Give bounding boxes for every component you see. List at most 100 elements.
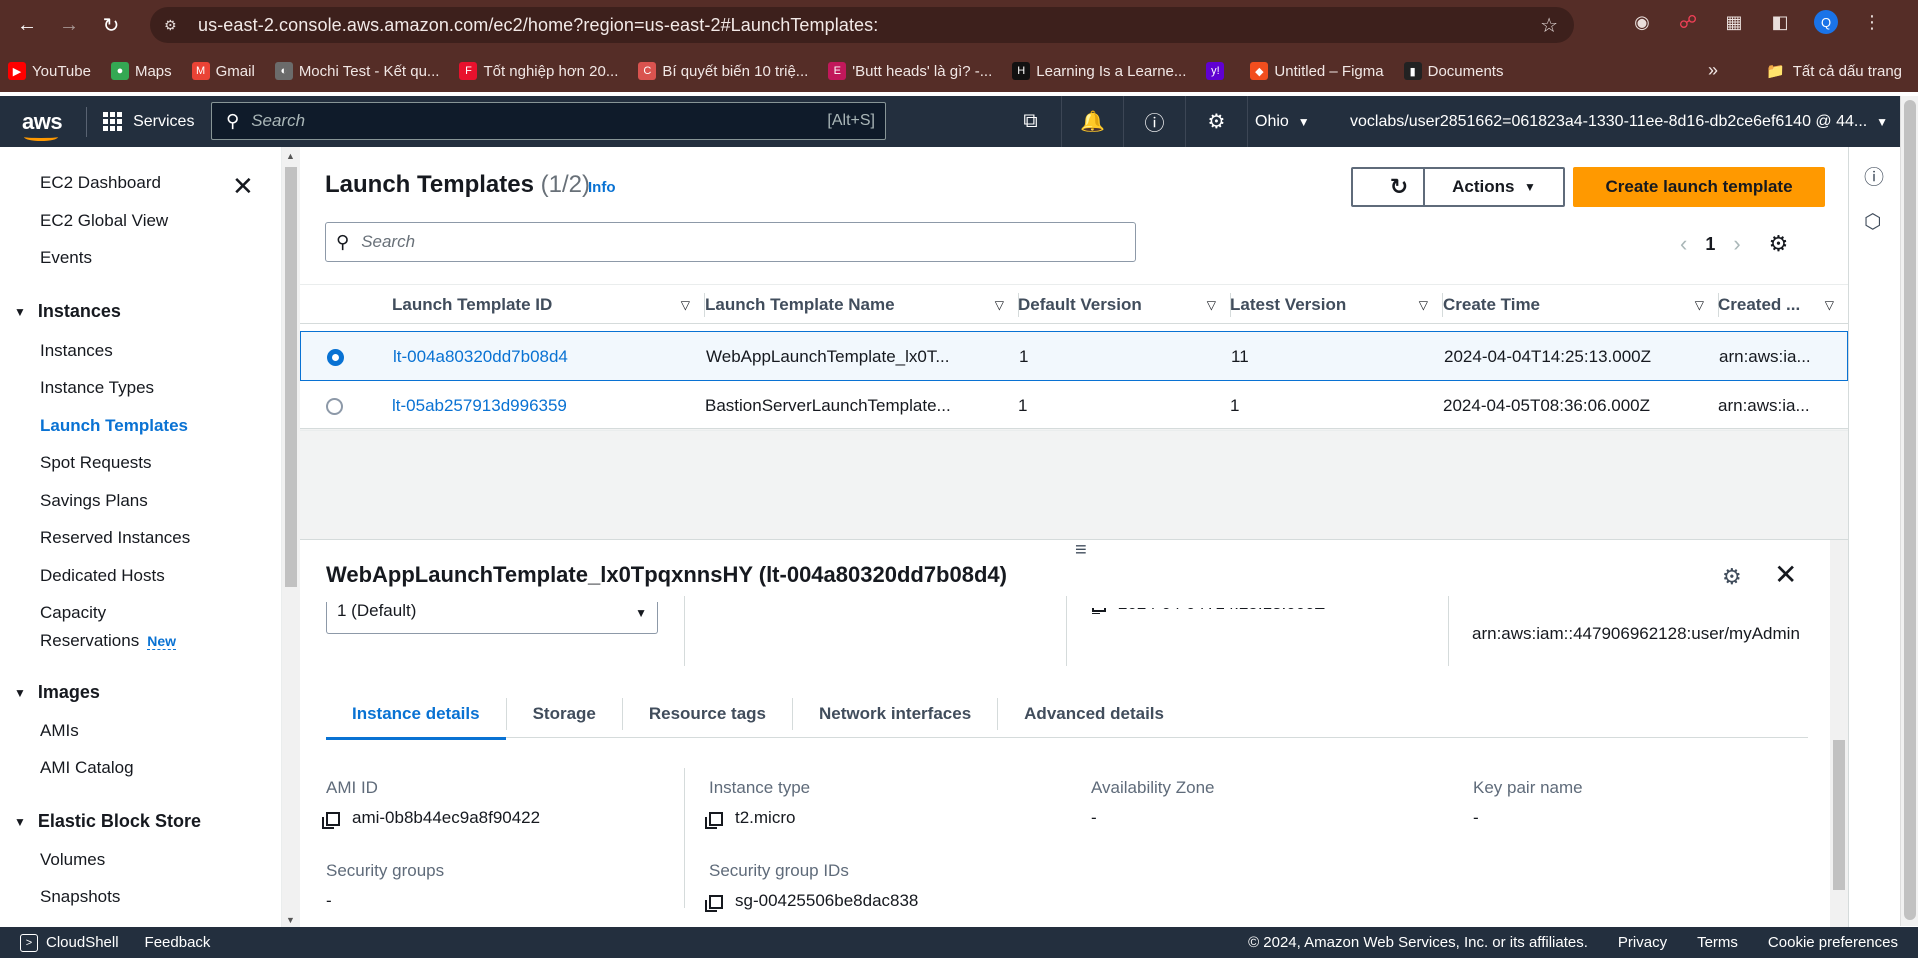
site-info-icon[interactable]: ⚙ — [164, 17, 184, 34]
col-latest-version[interactable]: Latest Version ▽ — [1230, 285, 1442, 325]
section-instances[interactable]: ▼ Instances — [14, 301, 121, 322]
row-template-id[interactable]: lt-004a80320dd7b08d4 — [393, 332, 568, 382]
page-scrollbar[interactable] — [1900, 96, 1918, 926]
bookmark-star-icon[interactable]: ☆ — [1540, 13, 1558, 38]
page-number[interactable]: 1 — [1705, 234, 1715, 255]
nav-savings-plans[interactable]: Savings Plans — [40, 491, 148, 511]
nav-dedicated-hosts[interactable]: Dedicated Hosts — [40, 566, 165, 586]
notifications-bell-icon[interactable]: 🔔 — [1062, 96, 1124, 147]
back-icon[interactable]: ← — [12, 10, 42, 40]
more-bookmarks-icon[interactable]: » — [1708, 60, 1718, 81]
bookmark-item[interactable]: ▮ Documents — [1403, 62, 1503, 80]
side-nav-scrollbar[interactable]: ▲ ▼ — [282, 147, 300, 927]
details-settings-gear-icon[interactable]: ⚙ — [1722, 564, 1742, 590]
col-default-version[interactable]: Default Version ▽ — [1018, 285, 1230, 325]
col-created-by[interactable]: Created ... ▽ — [1718, 285, 1848, 325]
terms-link[interactable]: Terms — [1697, 934, 1738, 951]
all-bookmarks-folder[interactable]: 📁 Tất cả dấu trang — [1766, 50, 1902, 92]
split-panel-handle-icon[interactable]: ≡ — [1075, 539, 1087, 562]
nav-ec2-dashboard[interactable]: EC2 Dashboard — [40, 173, 161, 193]
security-hub-icon[interactable]: ⬡ — [1864, 209, 1881, 234]
cloudshell-icon[interactable]: ⧉ — [1000, 96, 1062, 147]
table-row[interactable]: lt-05ab257913d996359 BastionServerLaunch… — [300, 381, 1848, 431]
actions-button[interactable]: Actions ▼ — [1423, 167, 1565, 207]
nav-capacity-reservations[interactable]: Reservations New — [40, 631, 177, 651]
table-row[interactable]: lt-004a80320dd7b08d4 WebAppLaunchTemplat… — [300, 331, 1848, 381]
cookie-extension-icon[interactable]: ◉ — [1630, 10, 1654, 34]
row-radio[interactable] — [326, 398, 343, 415]
bookmark-item[interactable]: ▶ YouTube — [8, 62, 91, 80]
cloudshell-button[interactable]: > CloudShell — [20, 933, 119, 952]
bookmark-item[interactable]: H Learning Is a Learne... — [1012, 62, 1186, 80]
nav-launch-templates[interactable]: Launch Templates — [40, 416, 188, 436]
aws-search-input[interactable]: ⚲ Search [Alt+S] — [211, 102, 886, 140]
copy-icon[interactable] — [705, 811, 723, 829]
pocket-extension-icon[interactable]: ☍ — [1676, 10, 1700, 34]
bookmark-item[interactable]: F Tốt nghiệp hơn 20... — [459, 62, 618, 80]
bookmark-item[interactable]: ● Maps — [110, 62, 172, 80]
url-text[interactable]: us-east-2.console.aws.amazon.com/ec2/hom… — [198, 15, 878, 36]
bookmark-item[interactable]: C Bí quyết biến 10 triệ... — [638, 62, 808, 80]
info-panel-icon[interactable]: ⓘ — [1864, 161, 1884, 190]
copy-icon[interactable] — [322, 811, 340, 829]
feedback-link[interactable]: Feedback — [145, 934, 211, 951]
nav-snapshots[interactable]: Snapshots — [40, 887, 120, 907]
copy-icon[interactable] — [705, 894, 723, 912]
details-scrollbar[interactable] — [1830, 540, 1848, 927]
bookmark-item[interactable]: ◆ Untitled – Figma — [1250, 62, 1384, 80]
settings-gear-icon[interactable]: ⚙ — [1186, 96, 1248, 147]
nav-events[interactable]: Events — [40, 248, 92, 268]
bookmark-item[interactable]: y! — [1206, 62, 1230, 80]
caret-down-icon: ▼ — [14, 304, 26, 319]
region-selector[interactable]: Ohio ▼ — [1255, 96, 1310, 147]
account-menu[interactable]: voclabs/user2851662=061823a4-1330-11ee-8… — [1350, 96, 1888, 147]
pagination: ‹ 1 › ⚙ — [1680, 231, 1788, 257]
nav-instance-types[interactable]: Instance Types — [40, 378, 154, 398]
version-select[interactable]: 1 (Default) ▼ — [326, 602, 658, 634]
nav-amis[interactable]: AMIs — [40, 721, 79, 741]
nav-capacity-reservations-1[interactable]: Capacity — [40, 603, 106, 623]
col-launch-template-id[interactable]: Launch Template ID ▽ — [392, 285, 704, 325]
tab-network-interfaces[interactable]: Network interfaces — [793, 690, 997, 738]
extensions-puzzle-icon[interactable]: ▦ — [1722, 10, 1746, 34]
bookmark-item[interactable]: ◐ Mochi Test - Kết qu... — [274, 62, 439, 80]
aws-logo[interactable]: aws — [22, 109, 63, 141]
tab-storage[interactable]: Storage — [507, 690, 622, 738]
nav-reserved-instances[interactable]: Reserved Instances — [40, 528, 190, 548]
tab-instance-details[interactable]: Instance details — [326, 690, 506, 740]
info-link[interactable]: Info — [588, 179, 616, 196]
col-launch-template-name[interactable]: Launch Template Name ▽ — [705, 285, 1018, 325]
close-details-icon[interactable]: ✕ — [1774, 558, 1797, 591]
table-search-input[interactable]: ⚲ Search — [325, 222, 1136, 262]
tab-resource-tags[interactable]: Resource tags — [623, 690, 792, 738]
row-template-id[interactable]: lt-05ab257913d996359 — [392, 381, 567, 431]
create-launch-template-button[interactable]: Create launch template — [1573, 167, 1825, 207]
section-images[interactable]: ▼ Images — [14, 682, 100, 703]
bookmark-item[interactable]: E 'Butt heads' là gì? -... — [828, 62, 992, 80]
forward-icon[interactable]: → — [54, 10, 84, 40]
nav-instances[interactable]: Instances — [40, 341, 113, 361]
help-icon[interactable]: ⓘ — [1124, 96, 1186, 147]
copy-icon[interactable] — [1092, 608, 1106, 614]
next-page-icon[interactable]: › — [1733, 231, 1740, 257]
bookmark-item[interactable]: M Gmail — [191, 62, 255, 80]
profile-avatar[interactable]: Q — [1814, 10, 1838, 34]
prev-page-icon[interactable]: ‹ — [1680, 231, 1687, 257]
row-radio[interactable] — [327, 349, 344, 366]
tab-advanced-details[interactable]: Advanced details — [998, 690, 1190, 738]
nav-ec2-global-view[interactable]: EC2 Global View — [40, 211, 168, 231]
nav-spot-requests[interactable]: Spot Requests — [40, 453, 152, 473]
section-elastic-block-store[interactable]: ▼ Elastic Block Store — [14, 811, 201, 832]
nav-volumes[interactable]: Volumes — [40, 850, 105, 870]
reload-icon[interactable]: ↻ — [96, 10, 126, 40]
privacy-link[interactable]: Privacy — [1618, 934, 1667, 951]
nav-ami-catalog[interactable]: AMI Catalog — [40, 758, 134, 778]
cookie-preferences-link[interactable]: Cookie preferences — [1768, 934, 1898, 951]
col-create-time[interactable]: Create Time ▽ — [1443, 285, 1718, 325]
side-panel-icon[interactable]: ◧ — [1768, 10, 1792, 34]
services-menu[interactable]: Services — [103, 111, 194, 132]
table-settings-gear-icon[interactable]: ⚙ — [1769, 231, 1789, 257]
close-nav-icon[interactable]: ✕ — [232, 171, 254, 202]
address-bar[interactable]: ⚙ us-east-2.console.aws.amazon.com/ec2/h… — [150, 7, 1574, 43]
chrome-menu-icon[interactable]: ⋮ — [1860, 10, 1884, 34]
